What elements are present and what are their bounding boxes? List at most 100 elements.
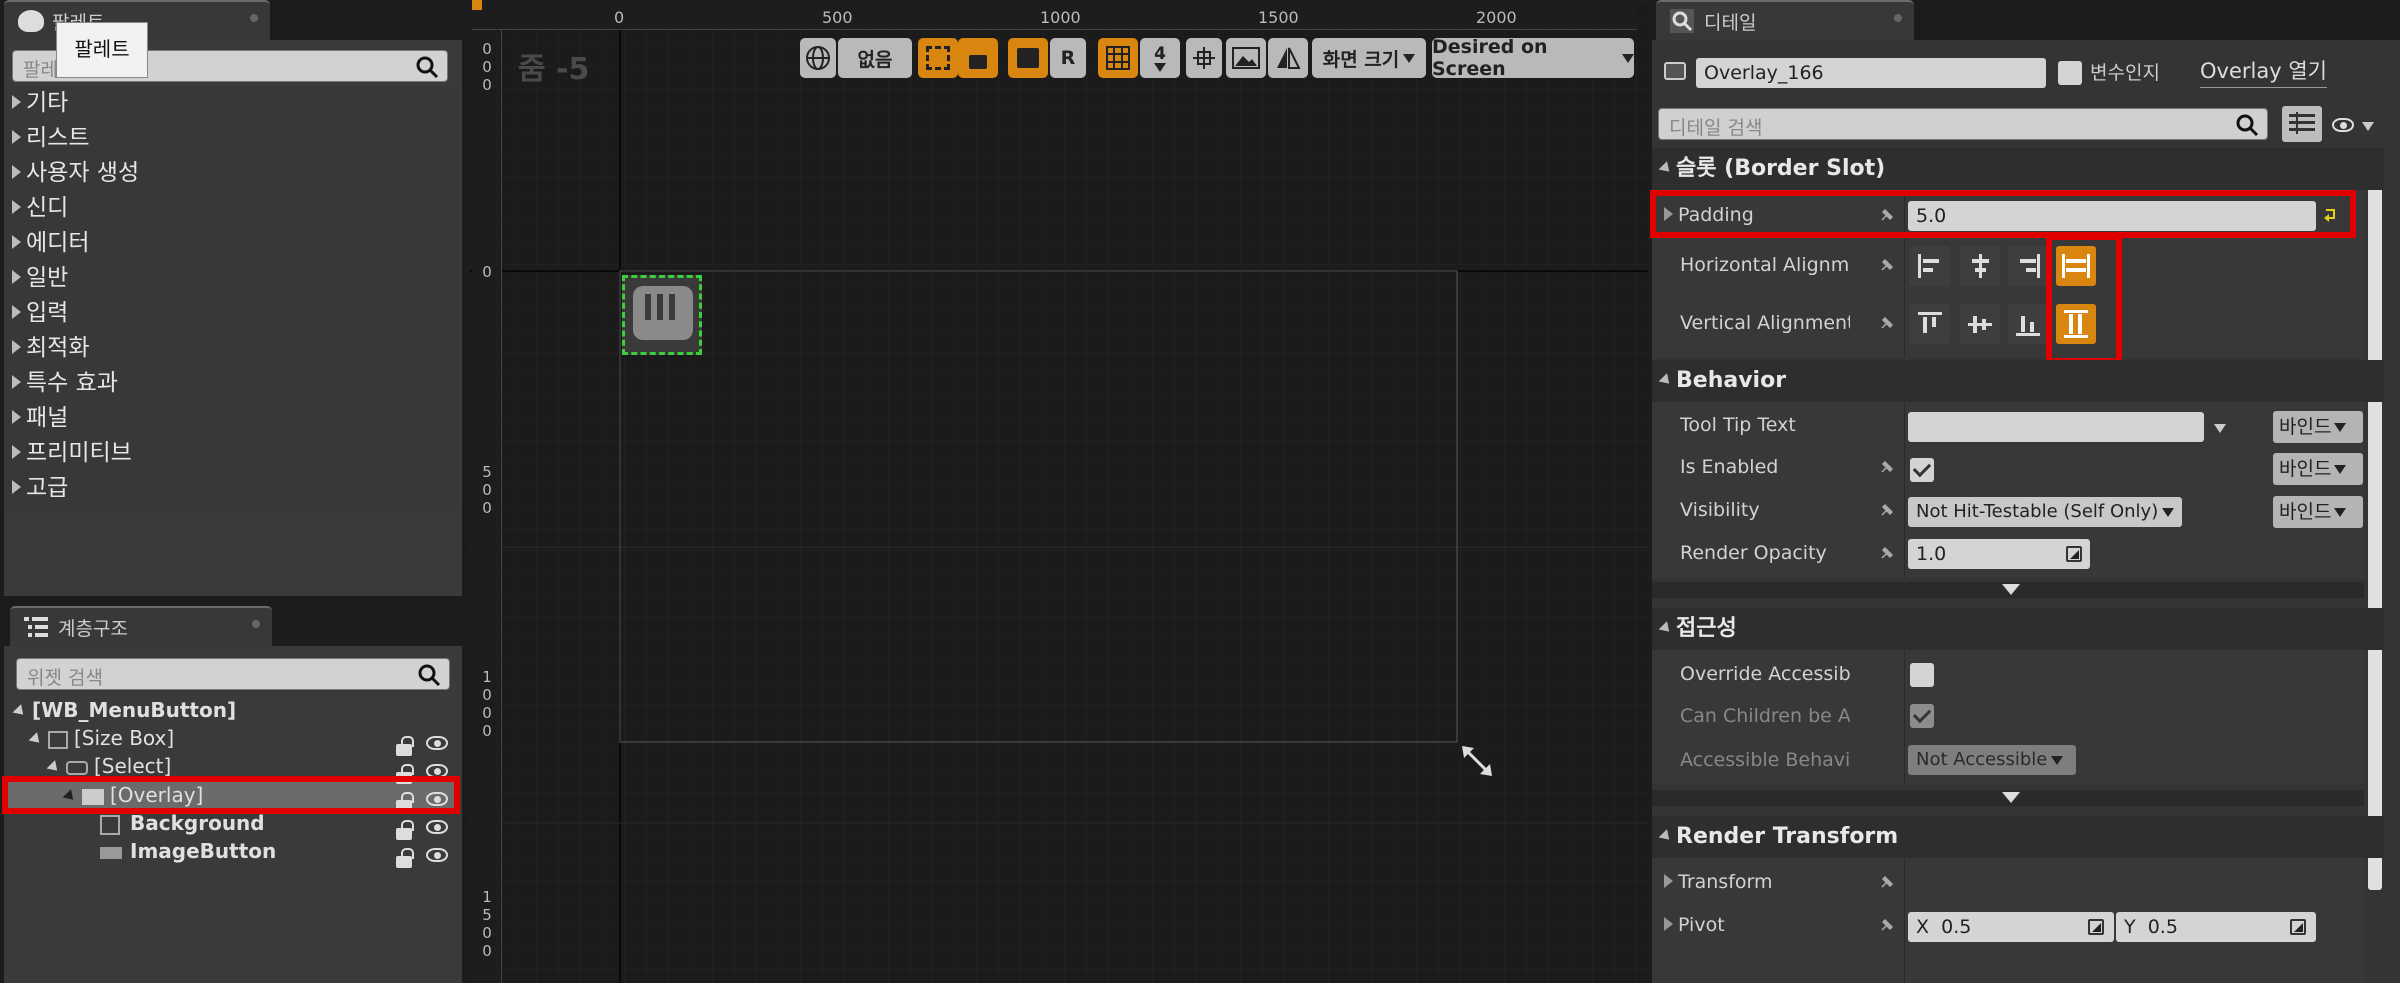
pin-icon[interactable] xyxy=(1880,503,1894,517)
pin-icon[interactable] xyxy=(1880,460,1894,474)
open-overlay-link[interactable]: Overlay 열기 xyxy=(2200,55,2327,88)
pin-icon[interactable] xyxy=(1880,258,1894,272)
hierarchy-item-root[interactable]: [WB_MenuButton] xyxy=(12,696,236,724)
category-advanced[interactable]: 고급 xyxy=(12,471,68,505)
is-variable-checkbox[interactable] xyxy=(2058,61,2082,85)
button-icon xyxy=(100,846,122,859)
tooltip: 팔레트 xyxy=(56,22,148,78)
localization-none-button[interactable]: 없음 xyxy=(838,38,912,78)
hierarchy-search-input[interactable]: 위젯 검색 xyxy=(16,658,450,690)
tooltip-text-input[interactable] xyxy=(1908,412,2204,442)
category-input[interactable]: 입력 xyxy=(12,296,68,330)
flip-button[interactable] xyxy=(1268,38,1308,78)
globe-button[interactable] xyxy=(800,38,836,78)
hierarchy-tab[interactable]: 계층구조 xyxy=(10,606,272,646)
valign-bottom-button[interactable] xyxy=(2008,304,2048,344)
respect-locks-toggle[interactable] xyxy=(1008,38,1048,78)
category-common[interactable]: 일반 xyxy=(12,261,68,295)
designer-grid xyxy=(470,0,1648,983)
is-enabled-checkbox[interactable] xyxy=(1910,458,1934,482)
override-accessible-label: Override Accessible Defau xyxy=(1680,663,1850,685)
fit-button[interactable] xyxy=(1186,38,1222,78)
valign-top-button[interactable] xyxy=(1910,304,1950,344)
halign-right-button[interactable] xyxy=(2008,246,2048,286)
close-icon[interactable] xyxy=(250,14,258,22)
designer-viewport[interactable] xyxy=(470,0,1648,983)
category-optimization[interactable]: 최적화 xyxy=(12,331,89,365)
grid-snap-toggle[interactable] xyxy=(1098,38,1138,78)
section-accessibility[interactable]: 접근성 xyxy=(1652,608,2384,650)
size-box-icon xyxy=(48,730,68,749)
eye-icon[interactable] xyxy=(426,848,448,862)
category-user-created[interactable]: 사용자 생성 xyxy=(12,156,139,190)
lock-icon[interactable] xyxy=(396,736,414,756)
zoom-label: 줌 -5 xyxy=(518,52,590,87)
eye-icon[interactable] xyxy=(426,820,448,834)
is-variable-label: 변수인지 xyxy=(2090,62,2160,84)
override-accessible-checkbox[interactable] xyxy=(1910,663,1934,687)
pin-icon[interactable] xyxy=(1880,546,1894,560)
background-toggle[interactable] xyxy=(1226,38,1266,78)
slider-handle-icon[interactable] xyxy=(2088,919,2104,935)
behavior-advanced-expander[interactable] xyxy=(1652,582,2364,598)
category-panel[interactable]: 패널 xyxy=(12,401,68,435)
slider-handle-icon[interactable] xyxy=(2290,919,2306,935)
halign-center-button[interactable] xyxy=(1960,246,2000,286)
visibility-filter-button[interactable] xyxy=(2330,112,2380,138)
hierarchy-item-size-box[interactable]: [Size Box] xyxy=(28,724,174,752)
can-children-accessible-checkbox[interactable] xyxy=(1910,704,1934,728)
align-bottom-icon xyxy=(2016,316,2040,336)
screen-size-dropdown[interactable]: 화면 크기 xyxy=(1312,38,1426,78)
category-editor[interactable]: 에디터 xyxy=(12,226,89,260)
r-toggle[interactable]: R xyxy=(1050,38,1086,78)
category-special-effects[interactable]: 특수 효과 xyxy=(12,366,118,400)
category-primitive[interactable]: 프리미티브 xyxy=(12,436,132,470)
pin-icon[interactable] xyxy=(1880,316,1894,330)
widget-name-input[interactable]: Overlay_166 xyxy=(1696,58,2046,88)
transform-label[interactable]: Transform xyxy=(1664,871,1834,893)
visibility-dropdown[interactable]: Not Hit-Testable (Self Only) xyxy=(1908,497,2182,527)
details-tab[interactable]: 디테일 xyxy=(1656,0,1914,40)
close-icon[interactable] xyxy=(1894,14,1902,22)
accessible-behavior-dropdown[interactable]: Not Accessible xyxy=(1908,745,2076,775)
palette-icon xyxy=(18,10,44,32)
ruler-top: 0 500 1000 1500 2000 xyxy=(472,0,1637,30)
accessibility-advanced-expander[interactable] xyxy=(1652,790,2364,806)
hierarchy-item-imagebutton[interactable]: ImageButton xyxy=(100,837,276,865)
slider-handle-icon[interactable] xyxy=(2066,546,2082,562)
section-behavior[interactable]: Behavior xyxy=(1652,360,2384,402)
pivot-label[interactable]: Pivot xyxy=(1664,914,1834,936)
property-matrix-button[interactable] xyxy=(2282,106,2322,142)
pin-icon[interactable] xyxy=(1880,875,1894,889)
category-synth[interactable]: 신디 xyxy=(12,191,68,225)
render-opacity-input[interactable]: 1.0 xyxy=(1908,539,2090,569)
outline-toggle[interactable] xyxy=(918,38,958,78)
chevron-down-icon[interactable] xyxy=(2214,424,2226,433)
details-scrollbar[interactable] xyxy=(2368,150,2382,890)
lock-icon[interactable] xyxy=(396,820,414,840)
pivot-y-input[interactable]: Y 0.5 xyxy=(2116,912,2316,942)
lock-toggle[interactable] xyxy=(958,38,998,78)
section-render-transform[interactable]: Render Transform xyxy=(1652,816,2384,858)
pivot-x-input[interactable]: X 0.5 xyxy=(1908,912,2114,942)
details-search-input[interactable]: 디테일 검색 xyxy=(1658,108,2268,140)
valign-center-button[interactable] xyxy=(1960,304,2000,344)
search-icon[interactable] xyxy=(415,55,439,79)
resize-handle-icon[interactable] xyxy=(1460,744,1494,778)
section-border-slot[interactable]: 슬롯 (Border Slot) xyxy=(1652,148,2384,190)
search-icon[interactable] xyxy=(417,663,441,687)
tooltip-bind-button[interactable]: 바인드 xyxy=(2273,411,2363,443)
is-enabled-bind-button[interactable]: 바인드 xyxy=(2273,453,2363,485)
visibility-bind-button[interactable]: 바인드 xyxy=(2273,496,2363,528)
selected-widget[interactable] xyxy=(622,275,702,355)
desired-on-screen-dropdown[interactable]: Desired on Screen xyxy=(1432,36,1634,80)
lock-icon[interactable] xyxy=(396,848,414,868)
category-misc[interactable]: 기타 xyxy=(12,86,68,120)
category-list[interactable]: 리스트 xyxy=(12,121,89,155)
eye-icon[interactable] xyxy=(426,736,448,750)
halign-left-button[interactable] xyxy=(1910,246,1950,286)
pin-icon[interactable] xyxy=(1880,918,1894,932)
grid-size-dropdown[interactable]: 4 xyxy=(1140,38,1180,78)
close-icon[interactable] xyxy=(252,620,260,628)
search-icon[interactable] xyxy=(2235,113,2259,137)
